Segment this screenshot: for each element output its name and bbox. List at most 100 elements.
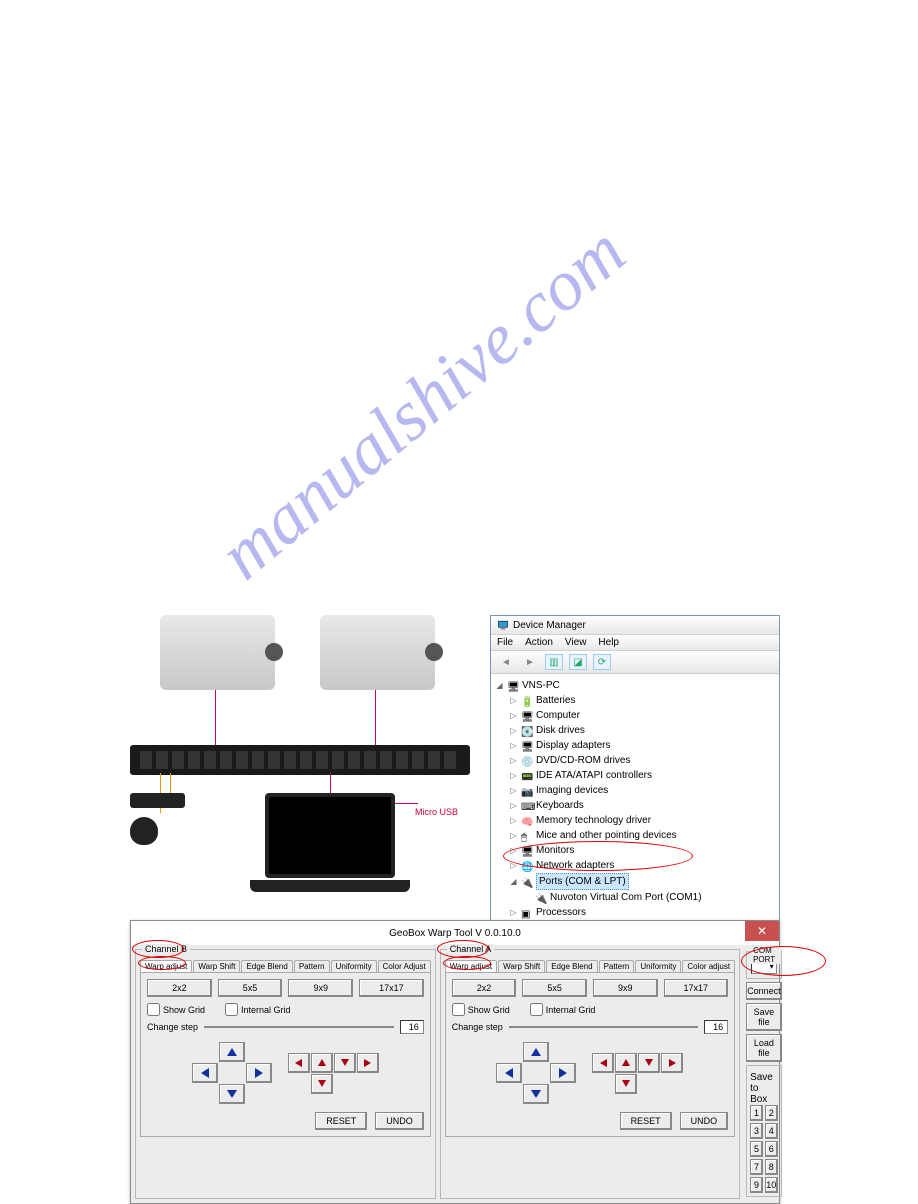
tree-node[interactable]: ▷🔋Batteries xyxy=(493,693,777,708)
arrow-left-button[interactable] xyxy=(192,1063,218,1083)
tab-uniformity-a[interactable]: Uniformity xyxy=(635,960,681,972)
undo-button[interactable]: UNDO xyxy=(375,1112,424,1130)
reset-button-a[interactable]: RESET xyxy=(620,1112,672,1130)
menu-help[interactable]: Help xyxy=(598,637,619,648)
change-step-slider[interactable] xyxy=(204,1026,394,1028)
projector-left-image xyxy=(160,615,275,690)
show-grid-checkbox-a[interactable]: Show Grid xyxy=(452,1003,510,1016)
change-step-label: Change step xyxy=(147,1022,198,1032)
tab-warp-shift[interactable]: Warp Shift xyxy=(193,960,240,972)
arrow-down-button[interactable] xyxy=(219,1084,245,1104)
grid-17x17-button[interactable]: 17x17 xyxy=(359,979,424,997)
tree-node[interactable]: ▷💿DVD/CD-ROM drives xyxy=(493,753,777,768)
tree-node-ports[interactable]: ◢🔌Ports (COM & LPT) xyxy=(493,873,777,890)
channel-a-tabs: Warp adjust Warp Shift Edge Blend Patter… xyxy=(445,960,735,973)
device-manager-titlebar: Device Manager xyxy=(491,616,779,634)
box-slot-1[interactable]: 1 xyxy=(750,1105,763,1121)
grid-5x5-button[interactable]: 5x5 xyxy=(218,979,283,997)
tab-pattern-a[interactable]: Pattern xyxy=(599,960,635,972)
box-slot-4[interactable]: 4 xyxy=(765,1123,778,1139)
grid-17x17-button-a[interactable]: 17x17 xyxy=(664,979,729,997)
tree-node[interactable]: ▷📷Imaging devices xyxy=(493,783,777,798)
arrow-left-button-a[interactable] xyxy=(496,1063,522,1083)
arrow-up-button-a[interactable] xyxy=(523,1042,549,1062)
arrow-right-button-a[interactable] xyxy=(550,1063,576,1083)
tab-warp-adjust-a[interactable]: Warp adjust xyxy=(445,960,497,972)
fine-down-button-a[interactable] xyxy=(615,1074,637,1094)
grid-9x9-button[interactable]: 9x9 xyxy=(288,979,353,997)
load-file-button[interactable]: Load file xyxy=(746,1034,782,1062)
change-step-value: 16 xyxy=(400,1020,424,1034)
grid-5x5-button-a[interactable]: 5x5 xyxy=(522,979,587,997)
device-manager-toolbar: ◄ ► ▥ ◪ ⟳ xyxy=(491,651,779,674)
box-slot-5[interactable]: 5 xyxy=(750,1141,763,1157)
fine-up-button[interactable] xyxy=(311,1053,333,1073)
fine-right-button[interactable] xyxy=(357,1053,379,1073)
tab-warp-shift-a[interactable]: Warp Shift xyxy=(498,960,545,972)
tree-node[interactable]: ▷🖥Display adapters xyxy=(493,738,777,753)
connect-button[interactable]: Connect xyxy=(746,982,782,1000)
tree-node[interactable]: ▷▣Processors xyxy=(493,905,777,920)
tree-node[interactable]: ▷⌨Keyboards xyxy=(493,798,777,813)
fine-down2-button[interactable] xyxy=(334,1053,356,1073)
save-file-button[interactable]: Save file xyxy=(746,1003,782,1031)
fine-down2-button-a[interactable] xyxy=(638,1053,660,1073)
box-slot-8[interactable]: 8 xyxy=(765,1159,778,1175)
warp-tool-title-text: GeoBox Warp Tool V 0.0.10.0 xyxy=(389,928,521,939)
box-slot-10[interactable]: 10 xyxy=(765,1177,778,1193)
menu-action[interactable]: Action xyxy=(525,637,553,648)
grid-9x9-button-a[interactable]: 9x9 xyxy=(593,979,658,997)
undo-button-a[interactable]: UNDO xyxy=(680,1112,729,1130)
fine-down-button[interactable] xyxy=(311,1074,333,1094)
game-console-image xyxy=(130,817,158,845)
laptop-image xyxy=(250,793,410,903)
tree-node-com-port[interactable]: 🔌Nuvoton Virtual Com Port (COM1) xyxy=(493,890,777,905)
box-slot-9[interactable]: 9 xyxy=(750,1177,763,1193)
tree-node[interactable]: ▷🌐Network adapters xyxy=(493,858,777,873)
tree-node[interactable]: ▷🖥Computer xyxy=(493,708,777,723)
menu-file[interactable]: File xyxy=(497,637,513,648)
grid-2x2-button-a[interactable]: 2x2 xyxy=(452,979,517,997)
internal-grid-checkbox[interactable]: Internal Grid xyxy=(225,1003,291,1016)
tree-root[interactable]: ◢🖥VNS-PC xyxy=(493,678,777,693)
box-slot-7[interactable]: 7 xyxy=(750,1159,763,1175)
show-grid-checkbox[interactable]: Show Grid xyxy=(147,1003,205,1016)
tree-node[interactable]: ▷💽Disk drives xyxy=(493,723,777,738)
toolbar-scan-icon[interactable]: ⟳ xyxy=(593,654,611,670)
toolbar-properties-icon[interactable]: ◪ xyxy=(569,654,587,670)
box-slot-6[interactable]: 6 xyxy=(765,1141,778,1157)
tree-node[interactable]: ▷🧠Memory technology driver xyxy=(493,813,777,828)
tree-node[interactable]: ▷🖥Monitors xyxy=(493,843,777,858)
box-slot-2[interactable]: 2 xyxy=(765,1105,778,1121)
tab-warp-adjust[interactable]: Warp adjust xyxy=(140,960,192,972)
menu-view[interactable]: View xyxy=(565,637,587,648)
tab-color-adjust[interactable]: Color Adjust xyxy=(378,960,431,972)
fine-up-button-a[interactable] xyxy=(615,1053,637,1073)
tree-node[interactable]: ▷🖱Mice and other pointing devices xyxy=(493,828,777,843)
arrow-up-button[interactable] xyxy=(219,1042,245,1062)
close-button[interactable]: ✕ xyxy=(745,921,779,941)
toolbar-forward-icon[interactable]: ► xyxy=(521,654,539,670)
grid-2x2-button[interactable]: 2x2 xyxy=(147,979,212,997)
change-step-slider-a[interactable] xyxy=(509,1026,698,1028)
device-manager-title-text: Device Manager xyxy=(513,620,586,631)
tab-edge-blend[interactable]: Edge Blend xyxy=(241,960,292,972)
fine-left-button[interactable] xyxy=(288,1053,310,1073)
tab-edge-blend-a[interactable]: Edge Blend xyxy=(546,960,597,972)
fine-left-button-a[interactable] xyxy=(592,1053,614,1073)
tab-uniformity[interactable]: Uniformity xyxy=(331,960,377,972)
fine-right-button-a[interactable] xyxy=(661,1053,683,1073)
box-slot-3[interactable]: 3 xyxy=(750,1123,763,1139)
toolbar-show-hide-icon[interactable]: ▥ xyxy=(545,654,563,670)
tab-color-adjust-a[interactable]: Color adjust xyxy=(682,960,735,972)
tab-pattern[interactable]: Pattern xyxy=(294,960,330,972)
arrow-right-button[interactable] xyxy=(246,1063,272,1083)
change-step-label-a: Change step xyxy=(452,1022,503,1032)
arrow-down-button-a[interactable] xyxy=(523,1084,549,1104)
device-manager-menubar: File Action View Help xyxy=(491,634,779,651)
micro-usb-label: Micro USB xyxy=(415,807,458,817)
tree-node[interactable]: ▷📟IDE ATA/ATAPI controllers xyxy=(493,768,777,783)
reset-button[interactable]: RESET xyxy=(315,1112,367,1130)
toolbar-back-icon[interactable]: ◄ xyxy=(497,654,515,670)
internal-grid-checkbox-a[interactable]: Internal Grid xyxy=(530,1003,596,1016)
